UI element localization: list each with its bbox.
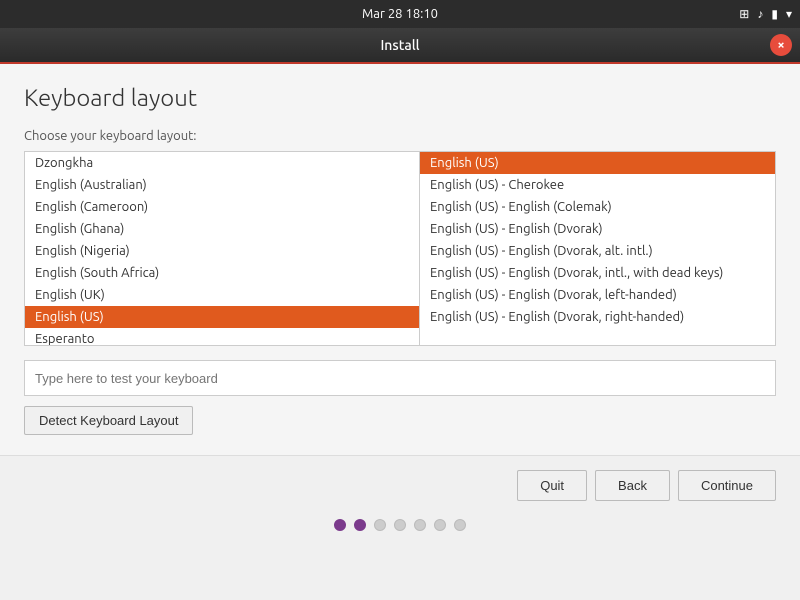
nav-buttons: Quit Back Continue xyxy=(0,456,800,511)
variant-list-item[interactable]: English (US) - Cherokee xyxy=(420,174,775,196)
language-list-item[interactable]: English (Australian) xyxy=(25,174,419,196)
battery-icon: ▮ xyxy=(771,7,778,21)
variant-list-item[interactable]: English (US) - English (Dvorak, right-ha… xyxy=(420,306,775,328)
progress-dot xyxy=(414,519,426,531)
progress-dot xyxy=(354,519,366,531)
language-list-item[interactable]: English (US) xyxy=(25,306,419,328)
network-icon: ⊞ xyxy=(739,7,749,21)
variant-list-item[interactable]: English (US) - English (Dvorak, left-han… xyxy=(420,284,775,306)
language-list[interactable]: DzongkhaEnglish (Australian)English (Cam… xyxy=(25,152,420,345)
keyboard-test-input[interactable] xyxy=(24,360,776,396)
variant-list-item[interactable]: English (US) - English (Dvorak, intl., w… xyxy=(420,262,775,284)
continue-button[interactable]: Continue xyxy=(678,470,776,501)
test-input-container xyxy=(24,360,776,396)
sound-icon: ♪ xyxy=(757,7,763,21)
progress-dot xyxy=(434,519,446,531)
variant-list-item[interactable]: English (US) - English (Dvorak, alt. int… xyxy=(420,240,775,262)
progress-dots xyxy=(0,511,800,543)
detect-keyboard-button[interactable]: Detect Keyboard Layout xyxy=(24,406,193,435)
language-list-item[interactable]: Esperanto xyxy=(25,328,419,345)
variant-list-item[interactable]: English (US) - English (Dvorak) xyxy=(420,218,775,240)
language-list-item[interactable]: English (Cameroon) xyxy=(25,196,419,218)
language-list-item[interactable]: English (South Africa) xyxy=(25,262,419,284)
page-title: Keyboard layout xyxy=(24,84,776,111)
back-button[interactable]: Back xyxy=(595,470,670,501)
progress-dot xyxy=(394,519,406,531)
quit-button[interactable]: Quit xyxy=(517,470,587,501)
language-list-item[interactable]: English (UK) xyxy=(25,284,419,306)
system-time: Mar 28 18:10 xyxy=(362,7,438,21)
main-content: Keyboard layout Choose your keyboard lay… xyxy=(0,64,800,455)
system-icons: ⊞ ♪ ▮ ▾ xyxy=(739,7,792,21)
progress-dot xyxy=(334,519,346,531)
keyboard-layout-lists: DzongkhaEnglish (Australian)English (Cam… xyxy=(24,151,776,346)
window-title: Install xyxy=(380,37,419,53)
language-list-item[interactable]: English (Nigeria) xyxy=(25,240,419,262)
language-list-item[interactable]: Dzongkha xyxy=(25,152,419,174)
language-list-item[interactable]: English (Ghana) xyxy=(25,218,419,240)
progress-dot xyxy=(374,519,386,531)
instruction-label: Choose your keyboard layout: xyxy=(24,129,776,143)
system-bar: Mar 28 18:10 ⊞ ♪ ▮ ▾ xyxy=(0,0,800,28)
variant-list-item[interactable]: English (US) xyxy=(420,152,775,174)
menu-arrow-icon: ▾ xyxy=(786,7,792,21)
progress-dot xyxy=(454,519,466,531)
close-button[interactable]: × xyxy=(770,34,792,56)
variant-list-item[interactable]: English (US) - English (Colemak) xyxy=(420,196,775,218)
variant-list[interactable]: English (US)English (US) - CherokeeEngli… xyxy=(420,152,775,345)
title-bar: Install × xyxy=(0,28,800,64)
